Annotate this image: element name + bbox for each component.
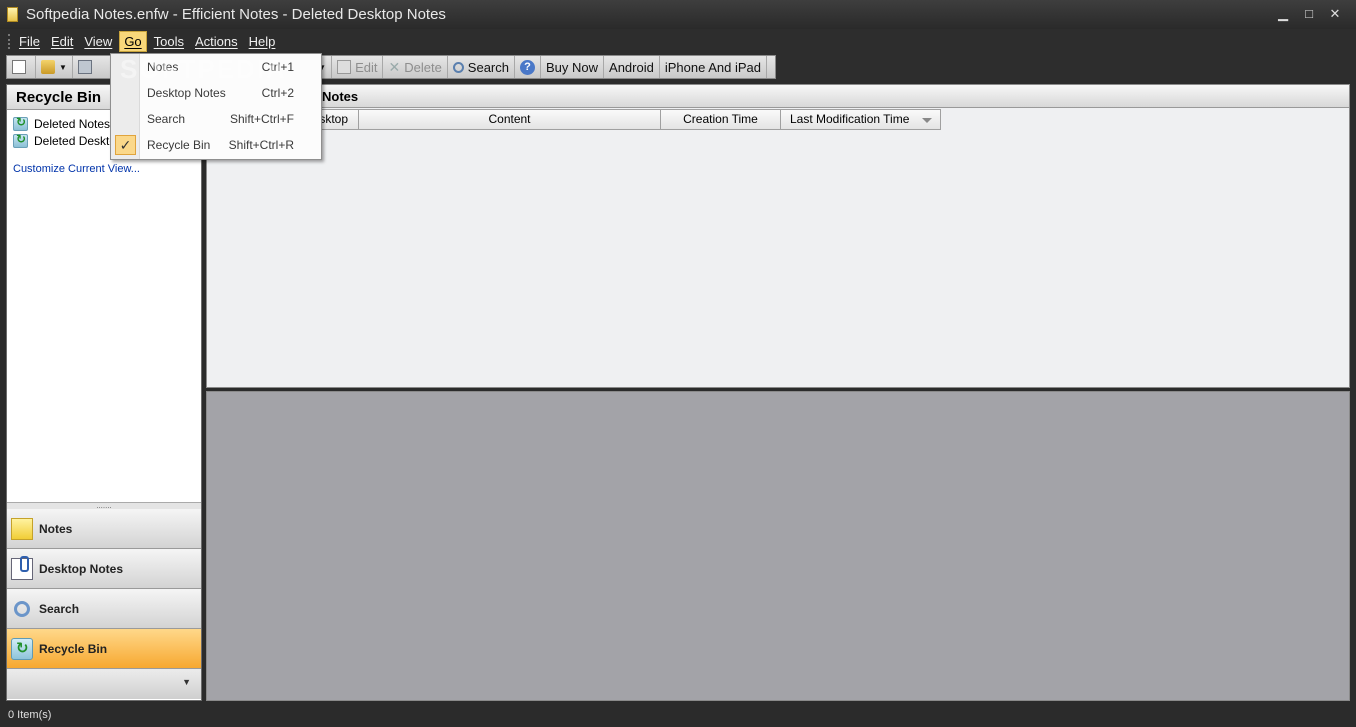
item-count: 0 Item(s) <box>8 709 52 721</box>
nav-search-button[interactable]: Search <box>7 589 201 629</box>
dropdown-arrow-icon[interactable]: ▼ <box>59 63 67 72</box>
search-label: Search <box>467 59 509 75</box>
sticky-note-icon <box>11 517 33 540</box>
paperclip-note-icon <box>11 555 33 580</box>
close-icon[interactable]: ✕ <box>1322 6 1348 22</box>
nav-notes-button[interactable]: Notes <box>7 509 201 549</box>
menu-item-label: Desktop Notes <box>147 86 226 100</box>
nav-desktop-notes-button[interactable]: Desktop Notes <box>7 549 201 589</box>
nav-recycle-bin-button[interactable]: Recycle Bin <box>7 629 201 669</box>
status-bar: 0 Item(s) <box>0 705 1356 727</box>
delete-button[interactable]: ✕ Delete <box>383 56 448 78</box>
window-controls: ▁ □ ✕ <box>1270 6 1348 22</box>
go-menu-item-recycle-bin[interactable]: ✓ Recycle Bin Shift+Ctrl+R <box>111 132 321 158</box>
menu-bar: File Edit View Go Tools Actions Help <box>0 29 1356 54</box>
iphone-ipad-button[interactable]: iPhone And iPad <box>660 56 767 78</box>
column-header-content[interactable]: Content <box>359 109 661 130</box>
menu-item-label: Recycle Bin <box>147 138 211 152</box>
open-button[interactable]: ▼ <box>36 56 73 78</box>
column-headers: sktop Content Creation Time Last Modific… <box>207 109 1349 130</box>
softpedia-watermark: SOFTPEDIA <box>120 54 287 84</box>
list-header: Notes <box>207 85 1349 108</box>
search-button[interactable]: Search <box>448 56 515 78</box>
list-title: Notes <box>322 89 359 104</box>
help-button[interactable]: ? <box>515 56 541 78</box>
delete-icon: ✕ <box>388 58 401 75</box>
nav-label: Recycle Bin <box>39 641 108 656</box>
minimize-icon[interactable]: ▁ <box>1270 6 1296 22</box>
maximize-icon[interactable]: □ <box>1296 6 1322 22</box>
tree-item-label: Deleted Notes <box>34 117 111 131</box>
recycle-icon <box>13 115 28 131</box>
column-header-last-modification-time[interactable]: Last Modification Time <box>781 109 941 130</box>
print-icon <box>77 60 92 74</box>
pane-splitter[interactable]: ....... <box>7 502 201 510</box>
navigation-buttons: Notes Desktop Notes Search Recycle Bin ▼ <box>7 509 201 699</box>
menu-item-shortcut: Shift+Ctrl+F <box>229 112 294 126</box>
go-menu-item-search[interactable]: Search Shift+Ctrl+F <box>111 106 321 132</box>
menu-help[interactable]: Help <box>245 32 280 51</box>
edit-button[interactable]: Edit <box>332 56 384 78</box>
menu-view[interactable]: View <box>80 32 116 51</box>
open-folder-icon <box>41 60 55 74</box>
buy-now-button[interactable]: Buy Now <box>541 56 605 78</box>
edit-label: Edit <box>355 59 378 75</box>
new-button[interactable] <box>7 56 36 78</box>
nav-label: Desktop Notes <box>39 561 124 576</box>
menu-actions[interactable]: Actions <box>191 32 242 51</box>
app-icon <box>7 7 18 22</box>
recycle-icon <box>13 132 28 148</box>
menu-grip <box>8 34 11 49</box>
left-pane: Recycle Bin Deleted Notes Deleted Deskto… <box>6 84 202 701</box>
nav-overflow-button[interactable]: ▼ <box>7 669 201 699</box>
menu-edit[interactable]: Edit <box>47 32 77 51</box>
edit-icon <box>337 60 352 74</box>
menu-file[interactable]: File <box>15 32 44 51</box>
menu-item-shortcut: Shift+Ctrl+R <box>228 138 294 152</box>
menu-go[interactable]: Go <box>119 31 147 52</box>
nav-label: Notes <box>39 521 73 536</box>
checkmark-icon: ✓ <box>115 135 136 155</box>
recycle-bin-icon <box>11 637 33 660</box>
delete-label: Delete <box>404 59 442 75</box>
android-button[interactable]: Android <box>604 56 660 78</box>
customize-view-link[interactable]: Customize Current View... <box>7 163 201 175</box>
window-title: Softpedia Notes.enfw - Efficient Notes -… <box>26 6 446 23</box>
menu-item-shortcut: Ctrl+2 <box>261 86 294 100</box>
menu-tools[interactable]: Tools <box>150 32 188 51</box>
search-icon <box>452 61 464 73</box>
nav-label: Search <box>39 601 80 616</box>
magnifier-icon <box>14 600 30 617</box>
new-document-icon <box>12 60 26 74</box>
chevron-down-icon[interactable]: ▼ <box>182 677 191 687</box>
print-button[interactable] <box>73 56 113 78</box>
notes-list-pane: Notes sktop Content Creation Time Last M… <box>206 84 1350 388</box>
help-icon: ? <box>520 59 535 75</box>
note-preview-pane <box>206 391 1350 701</box>
column-header-creation-time[interactable]: Creation Time <box>661 109 781 130</box>
menu-item-label: Search <box>147 112 186 126</box>
title-bar: Softpedia Notes.enfw - Efficient Notes -… <box>0 0 1356 29</box>
